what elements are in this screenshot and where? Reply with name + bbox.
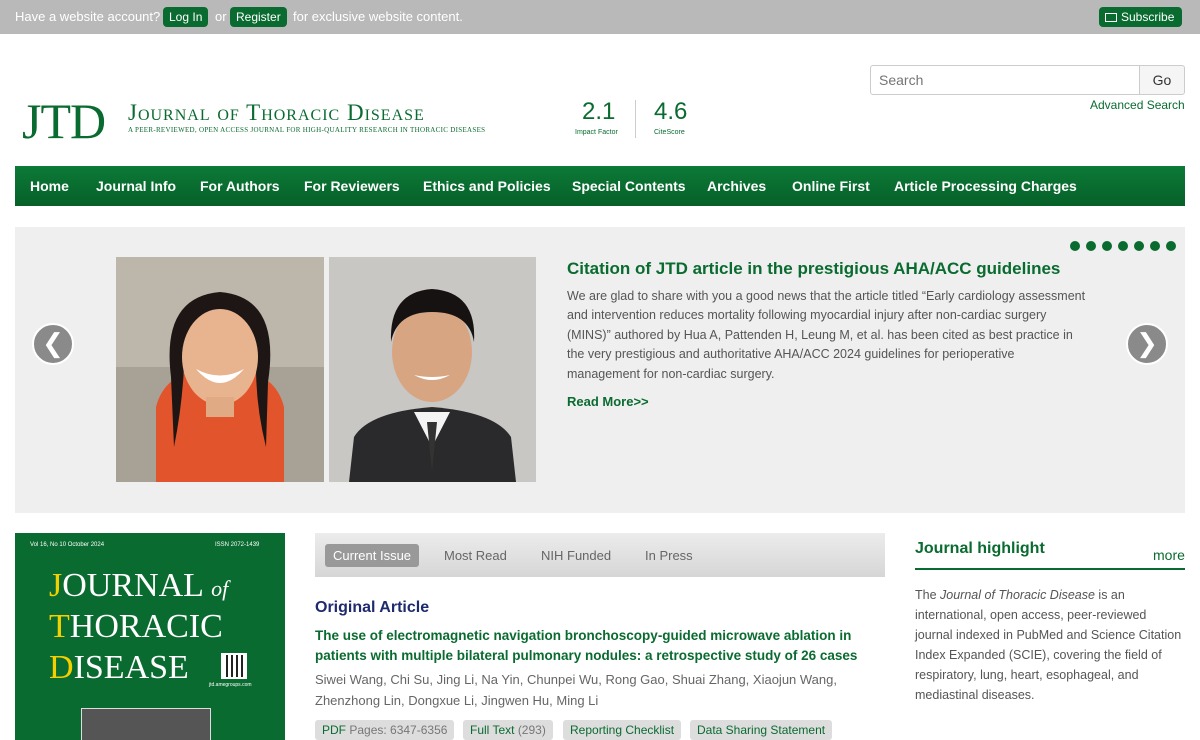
nav-apc[interactable]: Article Processing Charges <box>894 178 1077 194</box>
slider-title[interactable]: Citation of JTD article in the prestigio… <box>567 259 1060 279</box>
journal-tagline: A peer-reviewed, open access journal for… <box>128 126 486 134</box>
journal-name: Journal of Thoracic Disease <box>128 100 425 125</box>
highlight-body: The Journal of Thoracic Disease is an in… <box>915 588 1182 702</box>
news-slider: ❮ ❯ Citation of JTD article in the prest… <box>15 227 1185 513</box>
slider-dot[interactable] <box>1086 241 1096 251</box>
search-go-button[interactable]: Go <box>1139 65 1185 95</box>
section-heading: Original Article <box>315 599 430 616</box>
pdf-label: PDF <box>322 723 346 737</box>
slider-dot[interactable] <box>1134 241 1144 251</box>
citescore-label: CiteScore <box>654 129 685 136</box>
cover-scan-images <box>81 708 211 740</box>
tab-nih-funded[interactable]: NIH Funded <box>533 544 619 567</box>
nav-for-reviewers[interactable]: For Reviewers <box>304 178 400 194</box>
nav-for-authors[interactable]: For Authors <box>200 178 280 194</box>
full-text-label: Full Text <box>470 723 515 737</box>
slider-dot[interactable] <box>1070 241 1080 251</box>
article-authors: Siwei Wang, Chi Su, Jing Li, Na Yin, Chu… <box>315 672 837 708</box>
logo-mark[interactable]: JTD <box>22 92 106 150</box>
subscribe-button[interactable]: Subscribe <box>1099 7 1182 27</box>
nav-home[interactable]: Home <box>30 178 69 194</box>
author-photo-1 <box>116 257 324 482</box>
citescore-value: 4.6 <box>654 98 688 125</box>
top-account-bar: Have a website account? Log In or Regist… <box>0 0 1200 34</box>
login-button[interactable]: Log In <box>163 7 209 27</box>
pdf-button[interactable]: PDF Pages: 6347-6356 <box>315 720 455 740</box>
reporting-checklist-button[interactable]: Reporting Checklist <box>563 720 682 740</box>
cover-site: jtd.amegroups.com <box>209 682 252 688</box>
slider-next-button[interactable]: ❯ <box>1126 323 1168 365</box>
tab-current-issue[interactable]: Current Issue <box>325 544 420 567</box>
account-suffix: for exclusive website content. <box>293 9 463 24</box>
subscribe-label: Subscribe <box>1121 10 1175 24</box>
highlight-title: Journal highlight <box>915 540 1045 557</box>
author-photo-2 <box>329 257 536 482</box>
tab-most-read[interactable]: Most Read <box>436 544 515 567</box>
tab-in-press[interactable]: In Press <box>637 544 701 567</box>
slider-body: We are glad to share with you a good new… <box>567 289 1086 381</box>
full-text-button[interactable]: Full Text (293) <box>463 720 553 740</box>
full-text-count: (293) <box>517 723 546 737</box>
cover-line-journal: JOURNAL of <box>49 567 229 604</box>
impact-factor-label: Impact Factor <box>575 129 618 136</box>
or-text: or <box>215 9 227 24</box>
account-prompt: Have a website account? <box>15 9 161 24</box>
envelope-icon <box>1105 13 1117 22</box>
highlight-divider <box>915 568 1185 570</box>
nav-special-contents[interactable]: Special Contents <box>572 178 686 194</box>
current-issue-cover[interactable]: Vol 16, No 10 October 2024 ISSN 2072-143… <box>15 533 285 740</box>
nav-ethics-policies[interactable]: Ethics and Policies <box>423 178 551 194</box>
nav-online-first[interactable]: Online First <box>792 178 870 194</box>
cover-issn: ISSN 2072-1439 <box>215 542 260 548</box>
qr-code-icon <box>221 653 247 679</box>
register-button[interactable]: Register <box>230 7 287 27</box>
article-title-link[interactable]: The use of electromagnetic navigation br… <box>315 626 885 666</box>
nav-journal-info[interactable]: Journal Info <box>96 178 176 194</box>
nav-archives[interactable]: Archives <box>707 178 766 194</box>
slider-dot[interactable] <box>1150 241 1160 251</box>
cover-issue-info: Vol 16, No 10 October 2024 <box>30 542 105 548</box>
advanced-search-link[interactable]: Advanced Search <box>1090 98 1185 112</box>
article-tabs: Current Issue Most Read NIH Funded In Pr… <box>315 533 885 577</box>
impact-factor-value: 2.1 <box>582 98 616 125</box>
slider-dot[interactable] <box>1118 241 1128 251</box>
main-nav: Home Journal Info For Authors For Review… <box>15 166 1185 206</box>
search-input[interactable] <box>870 65 1140 95</box>
metric-divider <box>635 100 636 138</box>
highlight-more-link[interactable]: more <box>1153 547 1185 563</box>
slider-prev-button[interactable]: ❮ <box>32 323 74 365</box>
cover-line-disease: DISEASE <box>49 649 189 686</box>
slider-dot[interactable] <box>1166 241 1176 251</box>
slider-dot[interactable] <box>1102 241 1112 251</box>
data-sharing-button[interactable]: Data Sharing Statement <box>690 720 833 740</box>
pdf-pages: Pages: 6347-6356 <box>349 723 448 737</box>
slider-read-more-link[interactable]: Read More>> <box>567 394 649 409</box>
cover-line-thoracic: THORACIC <box>49 608 223 645</box>
